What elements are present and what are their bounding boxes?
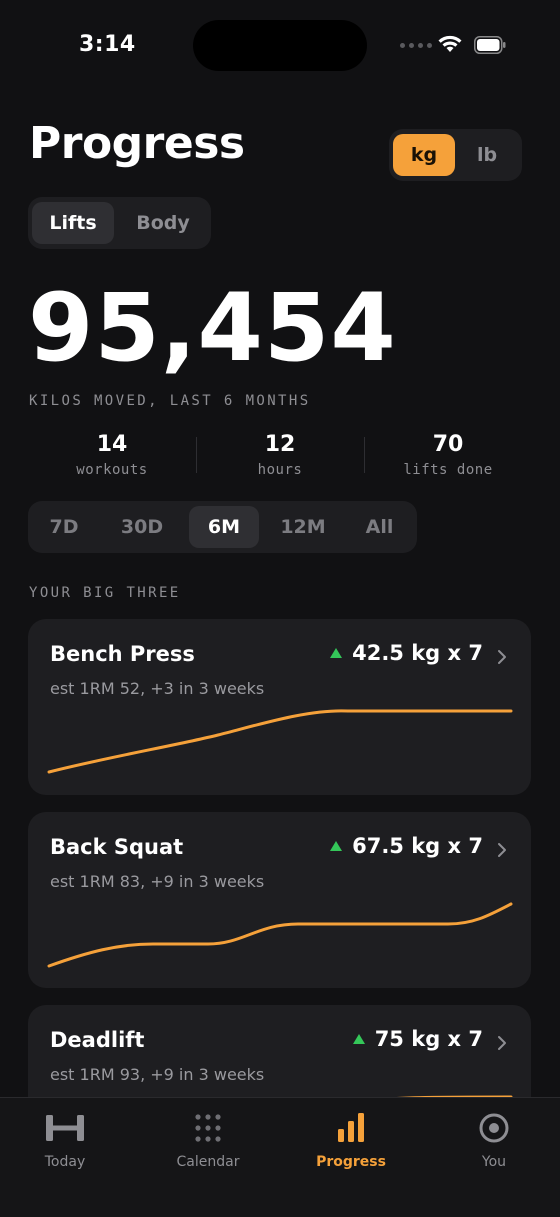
profile-circle-icon [479, 1113, 509, 1143]
tab-label: Progress [316, 1154, 386, 1170]
lift-best-value: 42.5 kg x 7 [352, 641, 483, 665]
unit-option-kg[interactable]: kg [393, 134, 455, 176]
status-time: 3:14 [79, 32, 136, 57]
mode-option-lifts[interactable]: Lifts [32, 202, 114, 244]
stat-value: 70 [432, 432, 464, 457]
stat-label: hours [257, 462, 303, 478]
lift-card-bench-press[interactable]: Bench Press 42.5 kg x 7 est 1RM 52, +3 i… [28, 619, 531, 795]
tab-you[interactable]: You [429, 1112, 559, 1170]
lift-name: Bench Press [50, 642, 195, 666]
wifi-icon [438, 35, 462, 52]
total-volume-caption: KILOS MOVED, LAST 6 MONTHS [29, 393, 311, 409]
mode-toggle: Lifts Body [28, 197, 211, 249]
range-option-30d[interactable]: 30D [102, 506, 182, 548]
trend-up-icon [352, 1034, 365, 1044]
progress-screen: 3:14 Progress kg lb Lifts Body 95,454 KI… [0, 0, 560, 1217]
trend-up-icon [330, 841, 343, 851]
lift-subtitle: est 1RM 83, +9 in 3 weeks [50, 872, 265, 891]
tab-progress[interactable]: Progress [286, 1112, 416, 1170]
lift-subtitle: est 1RM 52, +3 in 3 weeks [50, 679, 265, 698]
lift-best-value: 67.5 kg x 7 [352, 834, 483, 858]
trend-up-icon [330, 648, 343, 658]
lift-card-back-squat[interactable]: Back Squat 67.5 kg x 7 est 1RM 83, +9 in… [28, 812, 531, 988]
lift-best-set: 67.5 kg x 7 [330, 834, 483, 858]
tab-label: You [481, 1154, 507, 1170]
lift-name: Deadlift [50, 1028, 145, 1052]
stat-value: 12 [264, 432, 296, 457]
stat-hours: 12 hours [196, 432, 364, 478]
chevron-right-icon [498, 843, 506, 857]
lift-best-value: 75 kg x 7 [374, 1027, 483, 1051]
range-toggle: 7D 30D 6M 12M All [28, 501, 417, 553]
stat-label: workouts [76, 462, 148, 478]
bar-chart-icon [338, 1113, 364, 1142]
lift-best-set: 75 kg x 7 [352, 1027, 483, 1051]
barbell-icon [46, 1115, 84, 1141]
chevron-right-icon [498, 1036, 506, 1050]
unit-toggle: kg lb [389, 129, 522, 181]
stat-workouts: 14 workouts [28, 432, 196, 478]
stat-label: lifts done [403, 462, 493, 478]
lift-best-set: 42.5 kg x 7 [330, 641, 483, 665]
range-option-6m[interactable]: 6M [189, 506, 259, 548]
battery-icon [474, 36, 506, 54]
tab-today[interactable]: Today [0, 1112, 130, 1170]
stat-value: 14 [96, 432, 128, 457]
tab-label: Today [44, 1154, 86, 1170]
chevron-right-icon [498, 650, 506, 664]
range-option-7d[interactable]: 7D [32, 506, 96, 548]
range-option-all[interactable]: All [346, 506, 413, 548]
tab-calendar[interactable]: Calendar [143, 1112, 273, 1170]
page-title: Progress [29, 118, 245, 169]
calendar-grid-icon [195, 1114, 221, 1142]
tab-label: Calendar [176, 1154, 240, 1170]
total-volume: 95,454 [28, 274, 397, 383]
unit-option-lb[interactable]: lb [456, 134, 518, 176]
lift-name: Back Squat [50, 835, 184, 859]
range-option-12m[interactable]: 12M [266, 506, 340, 548]
dynamic-island [193, 20, 367, 71]
stat-lifts-done: 70 lifts done [364, 432, 532, 478]
section-label-big-three: YOUR BIG THREE [29, 585, 181, 601]
lift-subtitle: est 1RM 93, +9 in 3 weeks [50, 1065, 265, 1084]
tab-bar: Today Calendar Progress You [0, 1097, 560, 1217]
cellular-signal-icon [400, 43, 432, 48]
mode-option-body[interactable]: Body [120, 202, 206, 244]
